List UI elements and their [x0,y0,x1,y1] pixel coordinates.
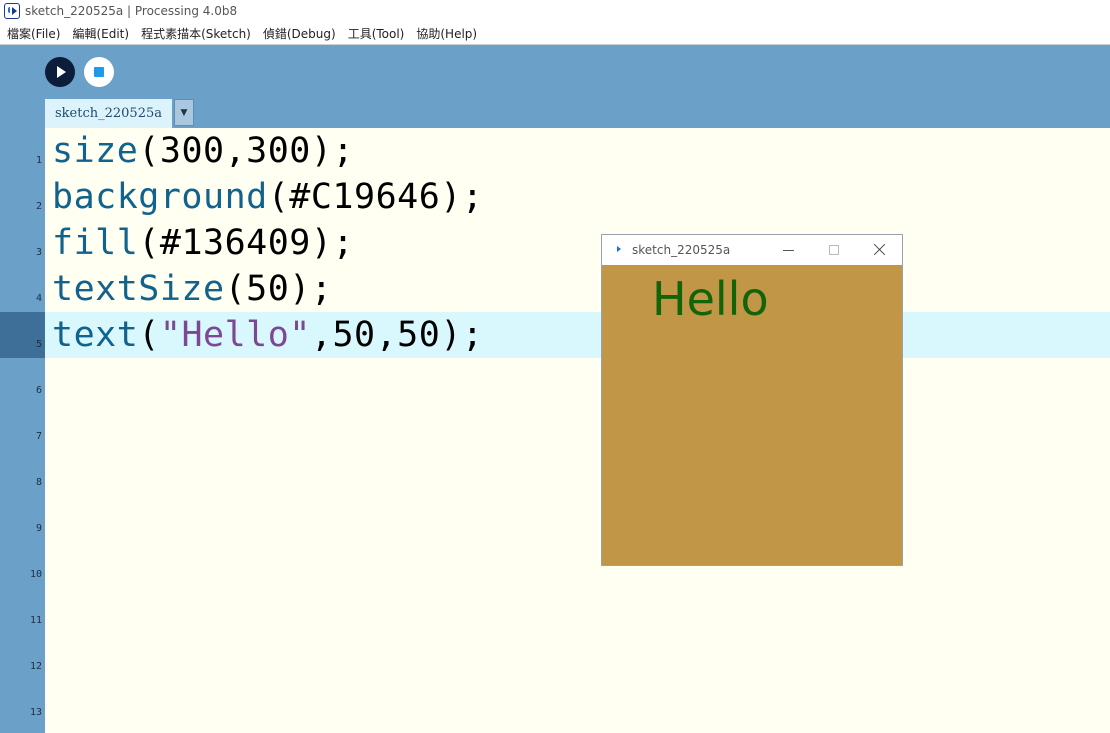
processing-app-icon [4,3,20,19]
menu-edit[interactable]: 編輯(Edit) [66,25,135,42]
code-text: (300,300); [138,131,355,171]
line-number: 11 [29,615,42,626]
code-keyword: background [52,177,268,217]
tab-menu-button[interactable]: ▼ [174,99,194,126]
tab-label: sketch_220525a [55,106,162,121]
run-button[interactable] [45,57,75,87]
play-icon [57,66,66,78]
code-line: background(#C19646); [52,174,483,220]
code-text: ( [138,315,160,355]
sketch-window-icon [617,246,621,252]
code-string: "Hello" [159,315,311,355]
line-number: 2 [35,201,42,212]
code-line: textSize(50); [52,266,332,312]
code-keyword: text [52,315,139,355]
sketch-window-title: sketch_220525a [632,243,731,257]
code-text: (50); [224,269,333,309]
line-number: 9 [35,523,42,534]
code-line: text("Hello",50,50); [52,312,483,358]
stop-button[interactable] [84,57,114,87]
line-number-gutter: 1 2 3 4 5 6 7 8 9 10 11 12 13 [0,128,45,733]
sketch-canvas: Hello [602,265,902,565]
line-number: 13 [29,707,42,718]
menu-debug[interactable]: 偵錯(Debug) [257,25,342,42]
close-icon[interactable] [873,243,886,256]
line-number: 1 [35,155,42,166]
menu-tool[interactable]: 工具(Tool) [342,25,411,42]
line-number: 5 [35,339,42,350]
toolbar: sketch_220525a ▼ [0,45,1110,128]
line-number: 10 [29,569,42,580]
stop-icon [94,67,104,77]
code-line: size(300,300); [52,128,354,174]
code-text: ,50,50); [310,315,484,355]
code-keyword: size [52,131,139,171]
line-number: 8 [35,477,42,488]
line-number: 7 [35,431,42,442]
menu-bar: 檔案(File) 編輯(Edit) 程式素描本(Sketch) 偵錯(Debug… [0,22,1110,45]
code-editor[interactable]: size(300,300); background(#C19646); fill(#… [45,128,1110,733]
maximize-icon[interactable] [829,245,839,255]
minimize-icon[interactable] [783,250,794,251]
code-text: (#C19646); [267,177,484,217]
code-keyword: textSize [52,269,225,309]
code-line: fill(#136409); [52,220,354,266]
line-number: 12 [29,661,42,672]
menu-sketch[interactable]: 程式素描本(Sketch) [135,25,257,42]
sketch-window: sketch_220525a Hello [601,234,903,566]
chevron-down-icon: ▼ [180,107,188,118]
sketch-hello-text: Hello [652,272,769,326]
code-text: (#136409); [138,223,355,263]
menu-help[interactable]: 協助(Help) [410,25,483,42]
title-bar: sketch_220525a | Processing 4.0b8 [0,0,1110,22]
tab-sketch[interactable]: sketch_220525a [45,99,172,128]
line-number: 6 [35,385,42,396]
sketch-title-bar[interactable]: sketch_220525a [602,235,902,265]
window-title: sketch_220525a | Processing 4.0b8 [25,4,238,18]
line-number: 3 [35,247,42,258]
code-keyword: fill [52,223,139,263]
menu-file[interactable]: 檔案(File) [0,25,66,42]
gutter-active-line [0,312,45,358]
line-number: 4 [35,293,42,304]
